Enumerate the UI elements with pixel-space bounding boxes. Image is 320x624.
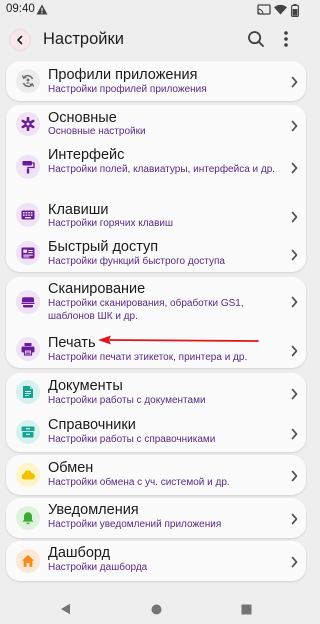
- chevron-right-icon: [291, 555, 298, 573]
- wifi-icon: [274, 4, 287, 18]
- settings-item-title: Документы: [48, 378, 123, 394]
- settings-item-subtitle: Настройки горячих клавиш: [48, 218, 174, 229]
- settings-item-directories[interactable]: Справочники Настройки работы с справочни…: [6, 413, 306, 452]
- settings-item-title: Интерфейс: [48, 147, 125, 163]
- quick-access-card-icon: [16, 241, 40, 265]
- annotation-arrow: [98, 335, 259, 345]
- status-time: 09:40: [6, 3, 35, 15]
- search-icon[interactable]: [247, 30, 265, 53]
- settings-item-subtitle: Настройки обмена с уч. системой и др.: [48, 477, 230, 488]
- settings-item-title: Дашборд: [48, 545, 111, 561]
- keyboard-icon: [16, 203, 40, 227]
- app-bar: Настройки: [0, 22, 313, 60]
- card-profiles: Профили приложения Настройки профилей пр…: [6, 61, 306, 101]
- settings-item-scanning[interactable]: Сканирование Настройки сканирования, обр…: [6, 277, 306, 325]
- chevron-right-icon: [291, 210, 298, 228]
- settings-item-quick-access[interactable]: Быстрый доступ Настройки функций быстрог…: [6, 234, 306, 272]
- settings-item-subtitle: Настройки сканирования, обработки GS1, ш…: [48, 298, 244, 322]
- settings-item-title: Сканирование: [48, 281, 146, 297]
- status-bar: 09:40: [0, 0, 313, 22]
- chevron-right-icon: [291, 512, 298, 530]
- settings-item-title: Быстрый доступ: [48, 239, 159, 255]
- page-title: Настройки: [43, 30, 124, 48]
- warning-icon: [36, 4, 48, 18]
- card-docs: Документы Настройки работы с документами…: [6, 373, 306, 452]
- settings-item-notifications[interactable]: Уведомления Настройки уведомлений прилож…: [6, 498, 306, 538]
- settings-item-title: Справочники: [48, 417, 136, 433]
- settings-item-subtitle: Настройки печати этикеток, принтера и др…: [48, 352, 248, 363]
- home-icon: [16, 549, 40, 573]
- settings-item-keys[interactable]: Клавиши Настройки горячих клавиш: [6, 196, 306, 234]
- settings-item-subtitle: Настройки работы с справочниками: [48, 434, 216, 445]
- gear-icon: [16, 112, 40, 136]
- settings-item-subtitle: Основные настройки: [48, 126, 146, 137]
- paint-roller-icon: [16, 155, 40, 179]
- cloud-icon: [16, 463, 40, 487]
- settings-item-documents[interactable]: Документы Настройки работы с документами: [6, 373, 306, 412]
- chevron-right-icon: [291, 75, 298, 93]
- nav-recents-icon[interactable]: [241, 602, 252, 620]
- card-dashboard: Дашборд Настройки дашборда: [6, 541, 306, 581]
- cast-icon: [257, 4, 271, 18]
- chevron-right-icon: [291, 427, 298, 445]
- settings-item-general[interactable]: Основные Основные настройки: [6, 105, 306, 143]
- nav-back-icon[interactable]: [60, 602, 71, 620]
- settings-item-interface[interactable]: Интерфейс Настройки полей, клавиатуры, и…: [6, 143, 306, 191]
- chevron-right-icon: [291, 295, 298, 313]
- settings-item-title: Обмен: [48, 460, 94, 476]
- card-general: Основные Основные настройки Интерфейс На…: [6, 105, 306, 272]
- battery-icon: [291, 4, 299, 20]
- scanner-icon: [16, 290, 40, 314]
- folder-icon: [16, 420, 40, 444]
- settings-item-dashboard[interactable]: Дашборд Настройки дашборда: [6, 541, 306, 581]
- settings-item-title: Уведомления: [48, 502, 139, 518]
- profile-sync-icon: [16, 69, 40, 93]
- arrow-back-icon: [17, 35, 23, 45]
- chevron-right-icon: [291, 161, 298, 179]
- system-nav-bar: [0, 594, 313, 624]
- card-scan-print: Сканирование Настройки сканирования, обр…: [6, 277, 306, 368]
- card-exchange: Обмен Настройки обмена с уч. системой и …: [6, 455, 306, 495]
- settings-item-subtitle: Настройки работы с документами: [48, 395, 206, 406]
- card-notifications: Уведомления Настройки уведомлений прилож…: [6, 498, 306, 538]
- chevron-right-icon: [291, 119, 298, 137]
- settings-item-profiles[interactable]: Профили приложения Настройки профилей пр…: [6, 61, 306, 101]
- bell-icon: [16, 506, 40, 530]
- settings-item-subtitle: Настройки уведомлений приложения: [48, 519, 222, 530]
- nav-home-icon[interactable]: [151, 602, 162, 620]
- settings-item-exchange[interactable]: Обмен Настройки обмена с уч. системой и …: [6, 455, 306, 495]
- chevron-right-icon: [291, 469, 298, 487]
- settings-item-title: Профили приложения: [48, 67, 198, 83]
- settings-item-title: Клавиши: [48, 202, 109, 218]
- chevron-right-icon: [291, 344, 298, 362]
- settings-item-title: Печать: [48, 335, 96, 351]
- chevron-right-icon: [291, 248, 298, 266]
- settings-item-subtitle: Настройки полей, клавиатуры, интерфейса …: [48, 164, 276, 175]
- settings-item-subtitle: Настройки профилей приложения: [48, 84, 207, 95]
- settings-item-subtitle: Настройки дашборда: [48, 562, 148, 573]
- settings-item-subtitle: Настройки функций быстрого доступа: [48, 256, 225, 267]
- printer-icon: [16, 337, 40, 361]
- document-icon: [16, 380, 40, 404]
- back-button[interactable]: [10, 30, 30, 50]
- chevron-right-icon: [291, 387, 298, 405]
- settings-item-title: Основные: [48, 110, 117, 126]
- more-options-icon[interactable]: [283, 30, 289, 53]
